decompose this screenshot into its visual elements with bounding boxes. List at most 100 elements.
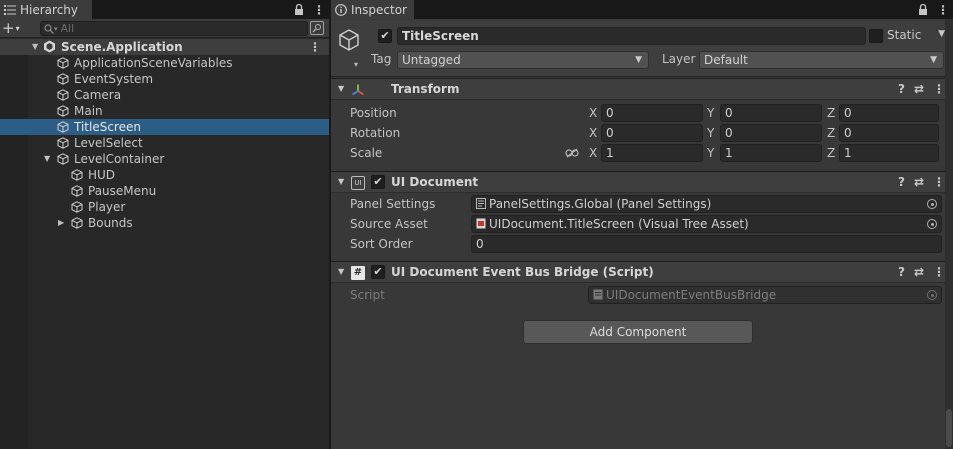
- active-checkbox[interactable]: ✔: [378, 29, 392, 43]
- hierarchy-item[interactable]: ▼ LevelContainer: [0, 151, 329, 167]
- static-checkbox[interactable]: [869, 29, 883, 43]
- hierarchy-item[interactable]: Player: [0, 199, 329, 215]
- position-z-axis-label[interactable]: Z: [827, 106, 835, 120]
- ui-document-tools: ? ⇄ ⋮: [898, 175, 945, 189]
- hierarchy-item[interactable]: ▶ Bounds: [0, 215, 329, 231]
- position-y-axis-label[interactable]: Y: [707, 106, 714, 120]
- visual-tree-asset-icon: [476, 218, 486, 229]
- hierarchy-item[interactable]: Camera: [0, 87, 329, 103]
- hierarchy-item-label: ApplicationSceneVariables: [74, 56, 233, 70]
- rotation-x-field[interactable]: 0: [601, 124, 703, 142]
- presets-icon[interactable]: ⇄: [914, 175, 924, 189]
- expand-arrow-icon[interactable]: ▼: [44, 151, 50, 167]
- hierarchy-item-label: Camera: [74, 88, 122, 102]
- component-menu-icon[interactable]: ⋮: [933, 175, 945, 189]
- create-button[interactable]: + ▾: [2, 19, 28, 37]
- inspector-scrollbar[interactable]: [945, 19, 953, 449]
- hierarchy-tree: ▼ Scene.Application ⋮ ApplicationSceneVa…: [0, 39, 329, 231]
- hierarchy-search[interactable]: ▾: [40, 21, 308, 36]
- help-icon[interactable]: ?: [898, 175, 905, 189]
- position-x-field[interactable]: 0: [601, 104, 703, 122]
- hierarchy-panel: Hierarchy ⋮ +▾ ▾ ▼: [0, 0, 329, 449]
- search-options-icon[interactable]: [310, 21, 324, 35]
- hierarchy-item-label: LevelSelect: [74, 136, 143, 150]
- scale-z-axis-label[interactable]: Z: [827, 146, 835, 160]
- event-bus-bridge-tools: ? ⇄ ⋮: [898, 265, 945, 279]
- transform-header[interactable]: ▼ Transform ? ⇄ ⋮: [331, 78, 953, 100]
- hierarchy-item[interactable]: LevelSelect: [0, 135, 329, 151]
- rotation-label: Rotation: [350, 126, 401, 140]
- layer-dropdown[interactable]: Default ▼: [699, 51, 944, 69]
- hierarchy-item-label: Main: [74, 104, 103, 118]
- collapsed-arrow-icon[interactable]: ▶: [58, 215, 64, 231]
- scrollbar-thumb[interactable]: [946, 409, 952, 447]
- hierarchy-item[interactable]: HUD: [0, 167, 329, 183]
- help-icon[interactable]: ?: [898, 82, 905, 96]
- position-y-field[interactable]: 0: [720, 104, 822, 122]
- component-menu-icon[interactable]: ⋮: [933, 82, 945, 96]
- gameobject-cube-icon: [71, 217, 83, 229]
- add-component-button[interactable]: Add Component: [523, 320, 753, 344]
- fold-arrow-icon[interactable]: ▼: [338, 84, 344, 93]
- component-menu-icon[interactable]: ⋮: [933, 265, 945, 279]
- rotation-z-field[interactable]: 0: [839, 124, 939, 142]
- fold-arrow-icon[interactable]: ▼: [338, 177, 344, 186]
- hierarchy-item[interactable]: ApplicationSceneVariables: [0, 55, 329, 71]
- csharp-script-icon: #: [351, 266, 365, 280]
- panel-settings-field[interactable]: PanelSettings.Global (Panel Settings): [471, 195, 942, 213]
- constrain-proportions-icon[interactable]: [565, 148, 579, 158]
- hierarchy-item-label: EventSystem: [74, 72, 154, 86]
- panel-settings-value: PanelSettings.Global (Panel Settings): [489, 197, 712, 211]
- scene-kebab-icon[interactable]: ⋮: [309, 39, 321, 55]
- position-x-axis-label[interactable]: X: [589, 106, 597, 120]
- sort-order-field[interactable]: 0: [471, 235, 942, 253]
- object-name-field[interactable]: TitleScreen: [397, 27, 866, 45]
- tag-dropdown[interactable]: Untagged ▼: [397, 51, 649, 69]
- hierarchy-search-input[interactable]: [60, 22, 281, 35]
- kebab-menu-icon[interactable]: ⋮: [937, 3, 949, 17]
- rotation-z-axis-label[interactable]: Z: [827, 126, 835, 140]
- presets-icon[interactable]: ⇄: [914, 82, 924, 96]
- unity-scene-icon: [44, 40, 55, 53]
- scale-x-axis-label[interactable]: X: [589, 146, 597, 160]
- event-bus-bridge-enabled-checkbox[interactable]: ✔: [371, 265, 385, 279]
- hierarchy-item-label: TitleScreen: [74, 120, 141, 134]
- search-icon: [44, 23, 54, 34]
- position-z-field[interactable]: 0: [839, 104, 939, 122]
- source-asset-field[interactable]: UIDocument.TitleScreen (Visual Tree Asse…: [471, 215, 942, 233]
- tab-hierarchy[interactable]: Hierarchy: [0, 0, 92, 19]
- hierarchy-item[interactable]: Main: [0, 103, 329, 119]
- ui-document-header[interactable]: ▼ UI ✔ UI Document ? ⇄ ⋮: [331, 171, 953, 193]
- search-caret-icon: ▾: [54, 24, 58, 33]
- scale-y-field[interactable]: 1: [720, 144, 822, 162]
- hierarchy-item[interactable]: TitleScreen: [0, 119, 329, 135]
- layer-value: Default: [704, 53, 748, 67]
- object-picker-icon[interactable]: [927, 199, 937, 209]
- event-bus-bridge-header[interactable]: ▼ # ✔ UI Document Event Bus Bridge (Scri…: [331, 261, 953, 283]
- script-value: UIDocumentEventBusBridge: [606, 288, 777, 302]
- ui-document-enabled-checkbox[interactable]: ✔: [371, 175, 385, 189]
- info-icon: [335, 3, 347, 16]
- rotation-y-axis-label[interactable]: Y: [707, 126, 714, 140]
- object-picker-icon[interactable]: [927, 219, 937, 229]
- ui-document-icon: UI: [351, 176, 365, 190]
- rotation-y-field[interactable]: 0: [720, 124, 822, 142]
- static-dropdown-caret-icon[interactable]: ▼: [938, 29, 945, 39]
- rotation-x-axis-label[interactable]: X: [589, 126, 597, 140]
- kebab-menu-icon[interactable]: ⋮: [313, 3, 325, 17]
- list-icon: [4, 4, 16, 15]
- icon-picker-caret-icon[interactable]: ▾: [354, 60, 358, 69]
- hierarchy-item[interactable]: PauseMenu: [0, 183, 329, 199]
- tab-inspector[interactable]: Inspector: [331, 0, 414, 19]
- scale-x-field[interactable]: 1: [601, 144, 703, 162]
- scene-row[interactable]: ▼ Scene.Application ⋮: [0, 39, 329, 55]
- presets-icon[interactable]: ⇄: [914, 265, 924, 279]
- hierarchy-item[interactable]: EventSystem: [0, 71, 329, 87]
- scale-z-field[interactable]: 1: [839, 144, 939, 162]
- lock-icon[interactable]: [918, 4, 928, 15]
- scale-y-axis-label[interactable]: Y: [707, 146, 714, 160]
- help-icon[interactable]: ?: [898, 265, 905, 279]
- lock-icon[interactable]: [294, 4, 304, 15]
- expand-arrow-icon[interactable]: ▼: [32, 39, 38, 55]
- fold-arrow-icon[interactable]: ▼: [338, 267, 344, 276]
